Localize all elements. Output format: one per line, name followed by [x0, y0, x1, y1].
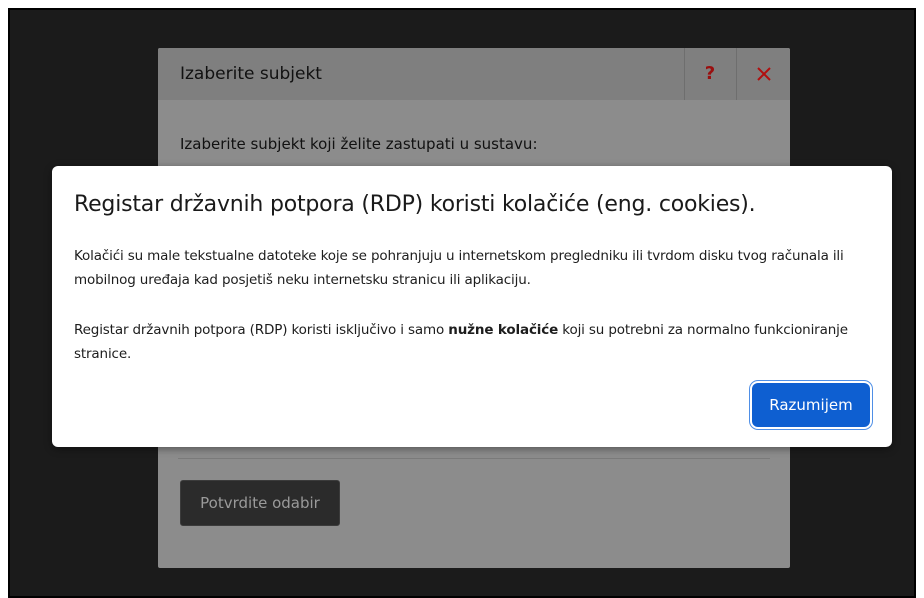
- cookie-description: Kolačići su male tekstualne datoteke koj…: [74, 248, 844, 288]
- cookie-title: Registar državnih potpora (RDP) koristi …: [74, 192, 756, 217]
- divider: [178, 458, 770, 459]
- subject-dialog-header: Izaberite subjekt ?: [158, 48, 790, 100]
- subject-prompt: Izaberite subjekt koji želite zastupati …: [180, 135, 538, 153]
- confirm-selection-button[interactable]: Potvrdite odabir: [180, 480, 340, 526]
- header-divider: [736, 48, 737, 100]
- cookie-necessary-notice: Registar državnih potpora (RDP) koristi …: [74, 318, 880, 366]
- cookie-consent-modal: Registar državnih potpora (RDP) koristi …: [52, 166, 892, 447]
- cookie-notice-text: Registar državnih potpora (RDP) koristi …: [74, 322, 449, 338]
- necessary-cookies-emphasis: nužne kolačiće: [448, 322, 559, 338]
- close-icon[interactable]: [750, 60, 778, 88]
- subject-dialog-title: Izaberite subjekt: [180, 64, 322, 84]
- help-icon[interactable]: ?: [696, 60, 724, 88]
- header-divider: [684, 48, 685, 100]
- accept-cookies-button[interactable]: Razumijem: [752, 383, 870, 427]
